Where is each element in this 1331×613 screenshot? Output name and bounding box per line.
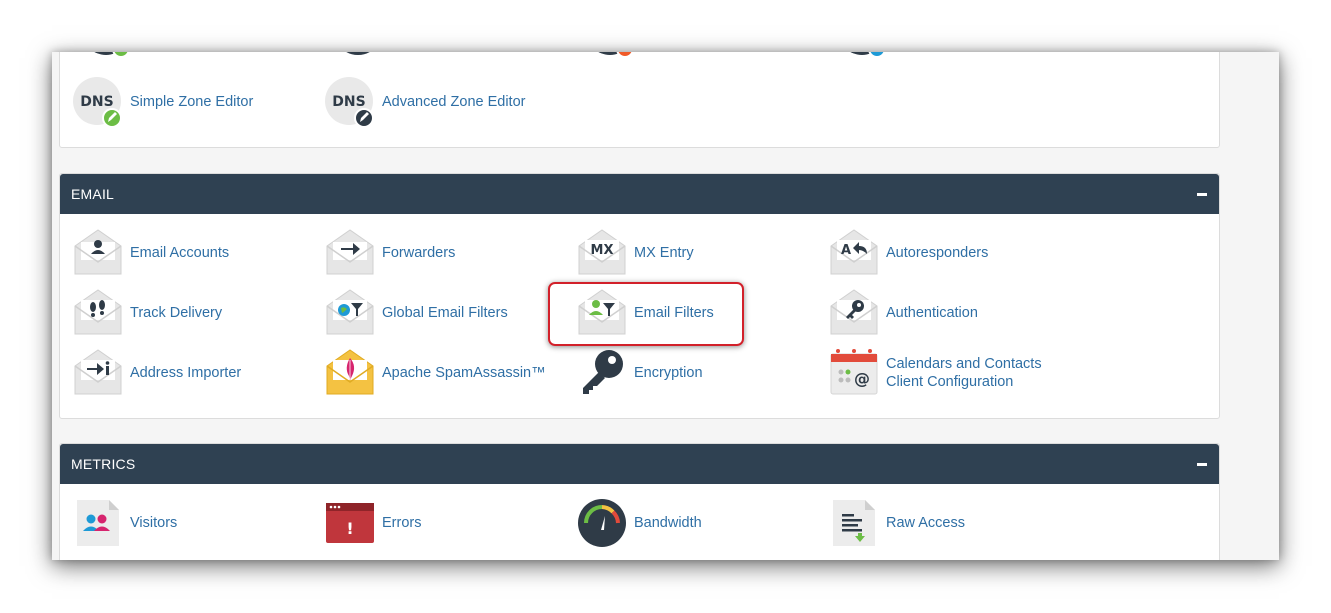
email-filters-link[interactable]: Email Filters [577, 288, 714, 338]
email-panel: EMAIL Email Accounts Forwarders MX MX En… [59, 173, 1220, 419]
email-accounts-icon [73, 228, 123, 278]
authentication-link[interactable]: Authentication [829, 288, 978, 338]
calendars-contacts-line1: Calendars and Contacts [886, 356, 1042, 372]
mx-text: MX [591, 243, 614, 258]
simple-zone-editor-link[interactable]: DNS Simple Zone Editor [73, 77, 253, 127]
bandwidth-icon [577, 498, 627, 548]
advanced-zone-editor-label: Advanced Zone Editor [382, 94, 526, 110]
errors-link[interactable]: ! Errors [325, 498, 421, 548]
dns-text: DNS [80, 94, 113, 110]
email-accounts-label: Email Accounts [130, 245, 230, 261]
visitors-link[interactable]: Visitors [73, 498, 177, 548]
email-filters-label: Email Filters [634, 305, 714, 321]
calendar-contacts-icon: @ [829, 348, 879, 398]
autoresponder-text: A [841, 243, 851, 258]
global-email-filters-link[interactable]: Global Email Filters [325, 288, 508, 338]
collapse-metrics-icon[interactable] [1196, 458, 1208, 470]
encryption-link[interactable]: Encryption [577, 348, 703, 398]
encryption-label: Encryption [634, 365, 703, 381]
calendars-contacts-link[interactable]: @ Calendars and Contacts Client Configur… [829, 348, 1042, 398]
forwarders-link[interactable]: Forwarders [325, 228, 455, 278]
encryption-icon [577, 348, 627, 398]
simple-zone-editor-label: Simple Zone Editor [130, 94, 254, 110]
autoresponders-label: Autoresponders [886, 245, 989, 261]
domains-panel: DNS Simple Zone Editor DNS Advanced Zone… [59, 52, 1220, 148]
mx-entry-label: MX Entry [634, 245, 694, 261]
forwarders-icon [325, 228, 375, 278]
cut-off-icon-1 [82, 52, 132, 57]
address-importer-icon [73, 348, 123, 398]
track-delivery-icon [73, 288, 123, 338]
errors-label: Errors [382, 515, 422, 531]
error-mark-text: ! [346, 519, 353, 538]
apache-spamassassin-link[interactable]: Apache SpamAssassin™ [325, 348, 546, 398]
metrics-panel-header[interactable]: METRICS [60, 444, 1219, 484]
dns-text: DNS [332, 94, 365, 110]
calendars-contacts-line2: Client Configuration [886, 374, 1014, 390]
raw-access-label: Raw Access [886, 515, 965, 531]
autoresponders-icon: A [829, 228, 879, 278]
metrics-panel: METRICS Visitors ! Errors Bandwidth Raw … [59, 443, 1220, 560]
advanced-zone-editor-link[interactable]: DNS Advanced Zone Editor [325, 77, 525, 127]
dns-advanced-icon: DNS [325, 77, 375, 127]
cut-off-icon-4 [838, 52, 888, 57]
visitors-label: Visitors [130, 515, 178, 531]
bandwidth-label: Bandwidth [634, 515, 702, 531]
email-panel-header[interactable]: EMAIL [60, 174, 1219, 214]
raw-access-link[interactable]: Raw Access [829, 498, 965, 548]
calendars-contacts-label: Calendars and Contacts Client Configurat… [886, 355, 1042, 391]
spamassassin-icon [325, 348, 375, 398]
autoresponders-link[interactable]: A Autoresponders [829, 228, 988, 278]
global-email-filters-label: Global Email Filters [382, 305, 508, 321]
mx-entry-link[interactable]: MX MX Entry [577, 228, 694, 278]
cpanel-window: DNS Simple Zone Editor DNS Advanced Zone… [52, 52, 1279, 560]
email-filters-icon [577, 288, 627, 338]
raw-access-icon [829, 498, 879, 548]
dns-edit-icon: DNS [73, 77, 123, 127]
track-delivery-link[interactable]: Track Delivery [73, 288, 222, 338]
at-sign-text: @ [854, 369, 870, 388]
authentication-icon [829, 288, 879, 338]
cut-off-icon-3 [586, 52, 636, 57]
global-email-filters-icon [325, 288, 375, 338]
email-accounts-link[interactable]: Email Accounts [73, 228, 229, 278]
email-panel-title: EMAIL [71, 186, 115, 202]
apache-spamassassin-label: Apache SpamAssassin™ [382, 365, 546, 381]
bandwidth-link[interactable]: Bandwidth [577, 498, 702, 548]
mx-entry-icon: MX [577, 228, 627, 278]
track-delivery-label: Track Delivery [130, 305, 223, 321]
errors-icon: ! [325, 498, 375, 548]
cut-off-icon-2 [334, 52, 384, 57]
visitors-icon [73, 498, 123, 548]
forwarders-label: Forwarders [382, 245, 456, 261]
collapse-email-icon[interactable] [1196, 188, 1208, 200]
authentication-label: Authentication [886, 305, 978, 321]
metrics-panel-title: METRICS [71, 456, 136, 472]
address-importer-label: Address Importer [130, 365, 242, 381]
address-importer-link[interactable]: Address Importer [73, 348, 241, 398]
